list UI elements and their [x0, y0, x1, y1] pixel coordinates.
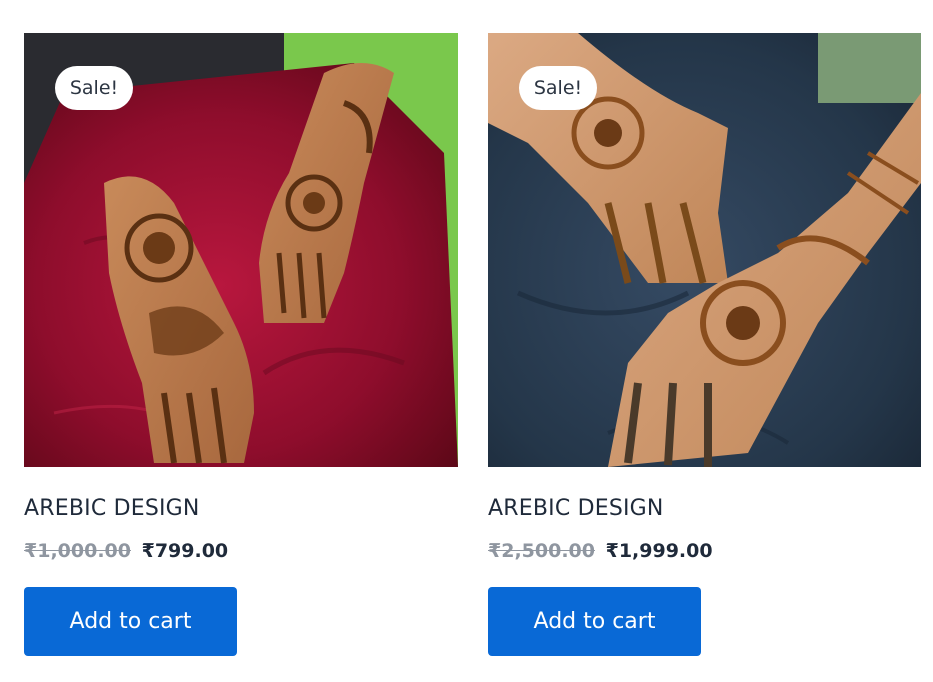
- product-title-link[interactable]: AREBIC DESIGN: [24, 496, 200, 521]
- add-to-cart-button[interactable]: Add to cart: [24, 587, 237, 656]
- product-card: Sale! AREBIC DESIGN ₹1,000.00 ₹799.00 Ad…: [24, 33, 458, 656]
- original-price: ₹1,000.00: [24, 540, 131, 562]
- product-grid: Sale! AREBIC DESIGN ₹1,000.00 ₹799.00 Ad…: [0, 0, 933, 682]
- product-image[interactable]: Sale!: [488, 33, 921, 467]
- product-price: ₹1,000.00 ₹799.00: [24, 539, 458, 563]
- product-card: Sale! AREBIC DESIGN ₹2,500.00 ₹1,999.00 …: [488, 33, 921, 656]
- product-price: ₹2,500.00 ₹1,999.00: [488, 539, 921, 563]
- add-to-cart-button[interactable]: Add to cart: [488, 587, 701, 656]
- product-title: AREBIC DESIGN: [24, 496, 458, 522]
- product-title-link[interactable]: AREBIC DESIGN: [488, 496, 664, 521]
- sale-badge: Sale!: [55, 66, 133, 110]
- sale-price: ₹799.00: [141, 540, 229, 562]
- original-price: ₹2,500.00: [488, 540, 595, 562]
- sale-price: ₹1,999.00: [605, 540, 713, 562]
- product-title: AREBIC DESIGN: [488, 496, 921, 522]
- product-image[interactable]: Sale!: [24, 33, 458, 467]
- sale-badge: Sale!: [519, 66, 597, 110]
